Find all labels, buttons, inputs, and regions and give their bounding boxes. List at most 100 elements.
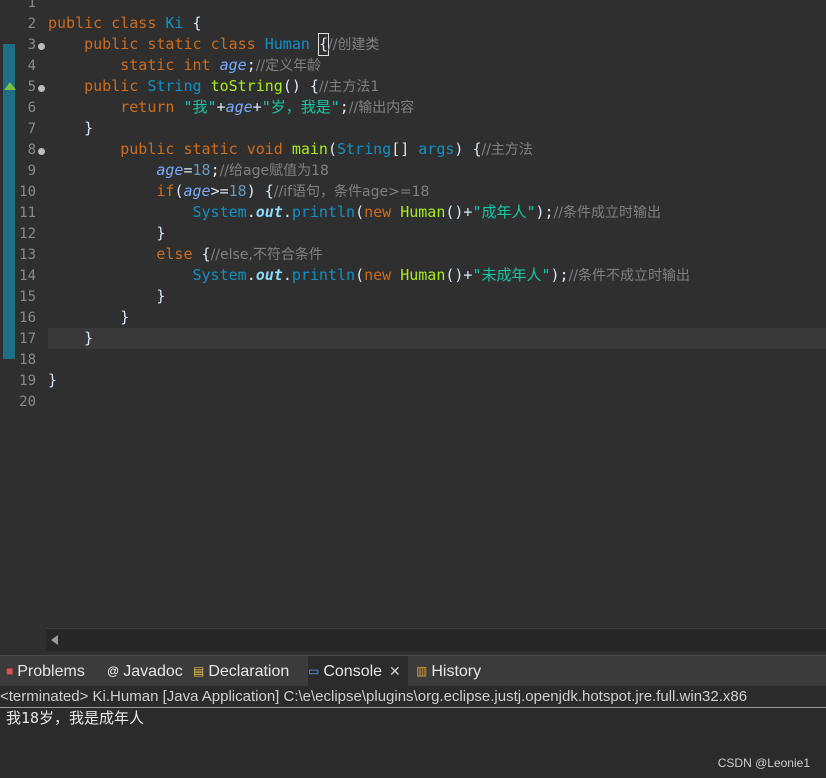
code-token: public bbox=[48, 14, 103, 32]
code-line[interactable]: public class Ki { bbox=[48, 13, 826, 34]
code-line[interactable]: System.out.println(new Human()+"成年人");//… bbox=[48, 202, 826, 223]
code-token: return bbox=[120, 98, 175, 116]
tab-history[interactable]: ▥ History bbox=[416, 656, 496, 687]
code-editor[interactable]: 1 2 3 4 5 6 7 8 9 10 11 12 13 14 15 16 17 18 19 20 public c… bbox=[0, 0, 826, 652]
code-line[interactable] bbox=[48, 391, 826, 412]
code-token: age bbox=[183, 182, 211, 200]
code-token: ); bbox=[535, 203, 554, 221]
code-token: ; bbox=[339, 98, 349, 116]
line-number: 17 bbox=[19, 331, 36, 347]
code-token: . bbox=[246, 266, 256, 284]
code-token: ) { bbox=[246, 182, 274, 200]
horizontal-scrollbar[interactable] bbox=[46, 628, 826, 651]
code-token: ; bbox=[246, 56, 256, 74]
tab-declaration[interactable]: ▤ Declaration bbox=[193, 656, 303, 687]
code-line-current[interactable]: } bbox=[48, 328, 826, 349]
tab-console[interactable]: ▭ Console ✕ bbox=[308, 656, 408, 687]
code-line[interactable]: } bbox=[48, 286, 826, 307]
code-line[interactable]: } bbox=[48, 223, 826, 244]
code-token: } bbox=[48, 308, 130, 326]
code-token: age bbox=[219, 56, 247, 74]
line-number-gutter: 1 2 3 4 5 6 7 8 9 10 11 12 13 14 15 16 17 18 19 20 bbox=[0, 0, 46, 652]
fold-toggle-icon[interactable] bbox=[38, 85, 45, 92]
code-line[interactable] bbox=[48, 349, 826, 370]
code-line[interactable]: public String toString() {//主方法1 bbox=[48, 76, 826, 97]
code-token: } bbox=[48, 224, 166, 242]
code-token: = bbox=[183, 161, 193, 179]
code-line[interactable]: return "我"+age+"岁，我是";//输出内容 bbox=[48, 97, 826, 118]
code-token: ) { bbox=[454, 140, 482, 158]
code-line[interactable]: } bbox=[48, 370, 826, 391]
code-token: String bbox=[337, 140, 392, 158]
code-token: public bbox=[120, 140, 175, 158]
line-number: 2 bbox=[27, 16, 36, 32]
code-token: //定义年龄 bbox=[255, 58, 322, 74]
code-line[interactable]: } bbox=[48, 307, 826, 328]
tab-label: Declaration bbox=[208, 663, 290, 680]
code-token: ()+ bbox=[445, 203, 473, 221]
tab-problems[interactable]: ■ Problems bbox=[6, 656, 102, 687]
code-token: "未成年人" bbox=[472, 266, 551, 284]
fold-toggle-icon[interactable] bbox=[38, 148, 45, 155]
code-token: new bbox=[364, 203, 392, 221]
code-token: args bbox=[418, 140, 455, 158]
code-token: //给age赋值为18 bbox=[219, 163, 329, 179]
watermark: CSDN @Leonie1 bbox=[717, 756, 810, 770]
code-token: public bbox=[84, 35, 139, 53]
line-number: 3 bbox=[27, 37, 36, 53]
code-token: } bbox=[48, 329, 94, 347]
code-token: static bbox=[120, 56, 175, 74]
line-number: 11 bbox=[19, 205, 36, 221]
code-area[interactable]: public class Ki { public static class Hu… bbox=[48, 0, 826, 640]
code-token: //if语句，条件age>=18 bbox=[273, 184, 430, 200]
code-line[interactable]: if(age>=18) {//if语句，条件age>=18 bbox=[48, 181, 826, 202]
code-line[interactable]: public static class Human {//创建类 bbox=[48, 33, 826, 56]
code-line[interactable]: else {//else,不符合条件 bbox=[48, 244, 826, 265]
code-line[interactable]: static int age;//定义年龄 bbox=[48, 55, 826, 76]
code-token: . bbox=[282, 203, 292, 221]
line-number: 16 bbox=[19, 310, 36, 326]
console-view[interactable]: <terminated> Ki.Human [Java Application]… bbox=[0, 686, 826, 778]
code-token: "成年人" bbox=[472, 203, 536, 221]
code-token: ( bbox=[327, 140, 337, 158]
code-token: void bbox=[246, 140, 283, 158]
code-token: //else,不符合条件 bbox=[210, 247, 323, 263]
code-token: "我" bbox=[183, 98, 217, 116]
tab-label: Problems bbox=[17, 663, 85, 680]
code-line[interactable]: age=18;//给age赋值为18 bbox=[48, 160, 826, 181]
line-number: 15 bbox=[19, 289, 36, 305]
code-token: out bbox=[255, 203, 283, 221]
code-token: { bbox=[192, 245, 211, 263]
tab-javadoc[interactable]: @ Javadoc bbox=[107, 656, 189, 687]
code-token: >= bbox=[210, 182, 229, 200]
close-icon[interactable]: ✕ bbox=[389, 663, 401, 679]
code-token: () { bbox=[282, 77, 319, 95]
code-line[interactable]: } bbox=[48, 118, 826, 139]
console-output: 我18岁，我是成年人 bbox=[6, 709, 145, 727]
line-number: 1 bbox=[27, 0, 36, 11]
code-line[interactable] bbox=[48, 0, 826, 13]
code-token: int bbox=[183, 56, 211, 74]
line-number: 8 bbox=[27, 142, 36, 158]
line-number: 12 bbox=[19, 226, 36, 242]
code-line[interactable]: public static void main(String[] args) {… bbox=[48, 139, 826, 160]
code-token: ( bbox=[355, 203, 365, 221]
fold-toggle-icon[interactable] bbox=[38, 43, 45, 50]
code-line[interactable]: System.out.println(new Human()+"未成年人");/… bbox=[48, 265, 826, 286]
code-token: class bbox=[111, 14, 157, 32]
line-number: 19 bbox=[19, 373, 36, 389]
override-marker-icon bbox=[4, 82, 16, 90]
line-number: 13 bbox=[19, 247, 36, 263]
scroll-left-icon[interactable] bbox=[51, 635, 58, 645]
code-token: out bbox=[255, 266, 283, 284]
